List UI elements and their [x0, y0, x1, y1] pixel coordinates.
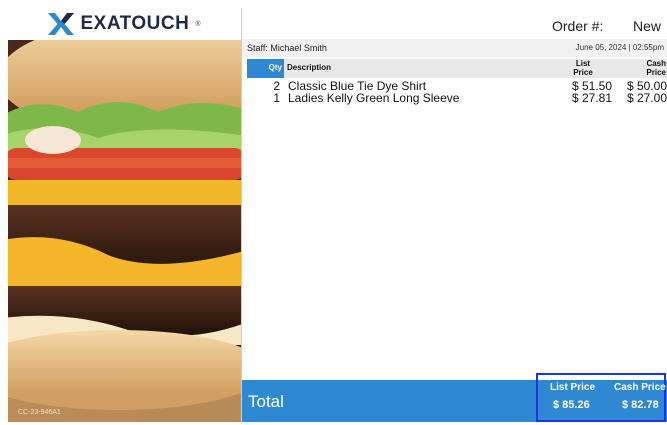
- staff-bar: Staff: Michael Smith June 05, 2024 | 02:…: [242, 39, 667, 57]
- item-qty: 1: [273, 91, 280, 105]
- order-number-row: Order #: New: [242, 18, 667, 36]
- cash-price-header-line2: Price: [646, 68, 666, 77]
- cash-price-column-header: Cash Price: [636, 59, 666, 77]
- table-row: 1 Ladies Kelly Green Long Sleeve $ 27.81…: [242, 92, 667, 104]
- list-price-total-label: List Price: [550, 382, 596, 393]
- qty-column-header: Qty: [247, 59, 284, 78]
- version-tag: CC-23-946A1: [18, 409, 61, 416]
- cash-price-total-value: $ 82.78: [622, 399, 659, 411]
- registered-mark: ®: [195, 20, 201, 28]
- item-cash-price: $ 27.00: [626, 91, 667, 105]
- description-column-header: Description: [284, 59, 667, 78]
- staff-name: Staff: Michael Smith: [247, 43, 327, 53]
- item-description: Ladies Kelly Green Long Sleeve: [288, 91, 460, 105]
- brand-header: EXATOUCH ®: [8, 8, 241, 40]
- cash-price-total-label: Cash Price: [614, 382, 666, 393]
- list-price-total-value: $ 85.26: [553, 399, 590, 411]
- order-number-value: New: [632, 18, 661, 34]
- order-number-label: Order #:: [552, 18, 604, 34]
- items-table-header: Qty Description List Price Cash Price: [242, 57, 667, 79]
- burger-photo: [8, 40, 241, 422]
- list-price-header-line1: List: [575, 59, 591, 68]
- exatouch-logo-icon: [48, 13, 75, 35]
- item-list-price: $ 27.81: [571, 91, 612, 105]
- list-price-column-header: List Price: [568, 59, 598, 77]
- totals-highlight-box: List Price Cash Price $ 85.26 $ 82.78: [536, 373, 666, 422]
- total-bar: Total List Price Cash Price $ 85.26 $ 82…: [242, 373, 667, 422]
- order-display-panel: Order #: New Staff: Michael Smith June 0…: [241, 8, 667, 422]
- list-price-header-line2: Price: [573, 68, 593, 77]
- cash-price-header-line1: Cash: [646, 59, 666, 68]
- total-label: Total: [248, 392, 284, 411]
- order-datetime: June 05, 2024 | 02:55pm: [575, 43, 664, 52]
- brand-logo-text: EXATOUCH: [80, 13, 190, 34]
- promo-image-panel: EXATOUCH ® CC-23-946A1: [8, 8, 241, 422]
